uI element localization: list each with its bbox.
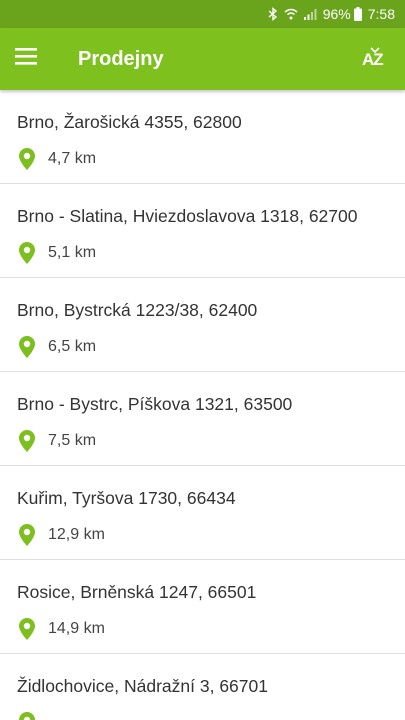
distance-line xyxy=(19,711,48,720)
store-list-item[interactable]: Rosice, Brněnská 1247, 66501 14,9 km xyxy=(0,560,405,654)
battery-icon xyxy=(353,7,362,21)
location-pin-icon xyxy=(19,524,35,546)
store-address: Brno, Bystrcká 1223/38, 62400 xyxy=(17,300,258,320)
menu-icon xyxy=(15,48,37,70)
bluetooth-icon xyxy=(268,7,278,21)
store-list-item[interactable]: Židlochovice, Nádražní 3, 66701 xyxy=(0,654,405,720)
store-address: Židlochovice, Nádražní 3, 66701 xyxy=(17,676,268,696)
distance-line: 4,7 km xyxy=(19,147,96,171)
location-pin-icon xyxy=(19,242,35,264)
wifi-icon xyxy=(284,8,298,20)
distance-line: 5,1 km xyxy=(19,241,96,265)
store-address: Brno, Žarošická 4355, 62800 xyxy=(17,112,242,132)
store-address: Kuřim, Tyršova 1730, 66434 xyxy=(17,488,236,508)
store-distance: 7,5 km xyxy=(48,432,97,449)
store-list-item[interactable]: Brno, Bystrcká 1223/38, 62400 6,5 km xyxy=(0,278,405,372)
store-list-item[interactable]: Brno - Slatina, Hviezdoslavova 1318, 627… xyxy=(0,184,405,278)
sort-az-icon: AZ xyxy=(362,47,384,69)
store-distance: 4,7 km xyxy=(48,150,97,167)
store-list[interactable]: Brno, Žarošická 4355, 62800 4,7 km Brno - … xyxy=(0,90,405,720)
distance-line: 14,9 km xyxy=(19,617,105,641)
distance-line: 6,5 km xyxy=(19,335,96,359)
battery-percent: 96% xyxy=(322,6,351,22)
signal-icon xyxy=(303,8,317,20)
store-address: Brno - Bystrc, Píškova 1321, 63500 xyxy=(17,394,293,414)
location-pin-icon xyxy=(19,430,35,452)
store-address: Brno - Slatina, Hviezdoslavova 1318, 627… xyxy=(17,206,358,226)
clock: 7:58 xyxy=(367,6,395,22)
menu-button[interactable] xyxy=(0,28,54,90)
page-title: Prodejny xyxy=(78,47,164,70)
store-list-item[interactable]: Brno - Bystrc, Píškova 1321, 63500 7,5 km xyxy=(0,372,405,466)
location-pin-icon xyxy=(19,712,35,720)
store-distance: 12,9 km xyxy=(48,526,105,543)
sort-az-button[interactable]: AZ xyxy=(345,28,405,90)
distance-line: 7,5 km xyxy=(19,429,96,453)
store-distance: 5,1 km xyxy=(48,244,97,261)
distance-line: 12,9 km xyxy=(19,523,105,547)
location-pin-icon xyxy=(19,618,35,640)
store-distance: 14,9 km xyxy=(48,620,105,637)
store-address: Rosice, Brněnská 1247, 66501 xyxy=(17,582,257,602)
store-list-item[interactable]: Kuřim, Tyršova 1730, 66434 12,9 km xyxy=(0,466,405,560)
location-pin-icon xyxy=(19,336,35,358)
status-bar: 96% 7:58 xyxy=(0,0,405,28)
app-bar: Prodejny AZ xyxy=(0,28,405,90)
location-pin-icon xyxy=(19,148,35,170)
store-distance: 6,5 km xyxy=(48,338,97,355)
store-list-item[interactable]: Brno, Žarošická 4355, 62800 4,7 km xyxy=(0,90,405,184)
